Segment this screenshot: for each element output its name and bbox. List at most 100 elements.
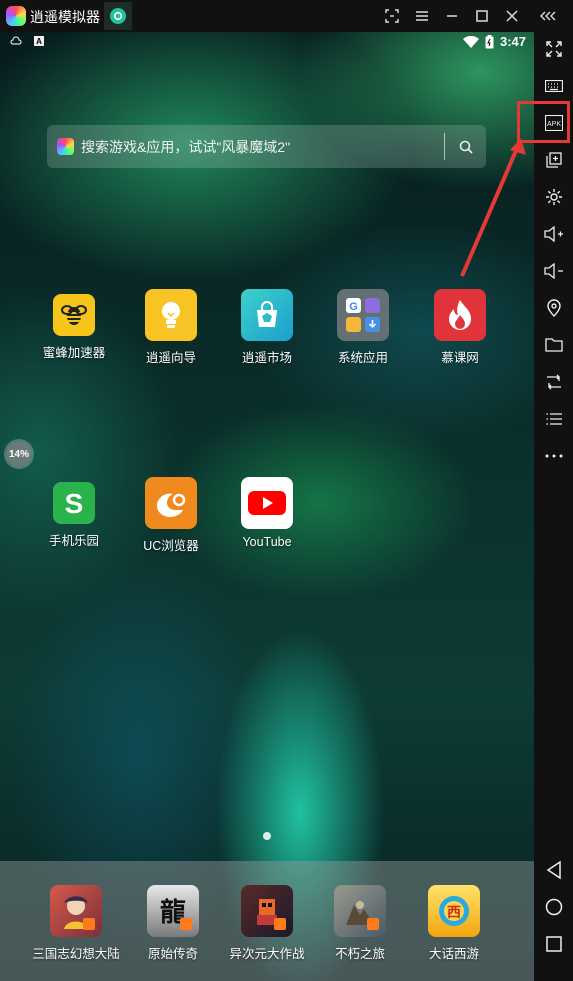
app-label: UC浏览器 <box>143 539 199 553</box>
settings-gear-icon <box>545 189 562 205</box>
battery-icon <box>485 34 494 48</box>
recents-icon <box>545 936 562 952</box>
cloud-icon <box>10 36 22 45</box>
search-divider <box>444 133 445 160</box>
app-label: YouTube <box>242 535 292 549</box>
recents-button[interactable] <box>534 927 573 961</box>
shared-folder-button[interactable] <box>534 328 573 362</box>
download-progress-badge[interactable]: 14% <box>6 441 32 467</box>
multi-instance-button[interactable] <box>534 143 573 177</box>
game-yuanshi-icon: 龍 <box>147 885 199 937</box>
app-youtube[interactable]: YouTube <box>227 477 307 549</box>
fullscreen-icon <box>545 41 562 57</box>
youtube-play-icon <box>241 477 293 529</box>
app-dahua-xiyou[interactable]: 西 大话西游 <box>414 885 494 962</box>
app-imooc[interactable]: 慕课网 <box>420 289 500 366</box>
rotate-icon <box>546 374 561 390</box>
svg-text:G: G <box>349 301 358 313</box>
menu-icon <box>416 11 428 21</box>
app-label: 不朽之旅 <box>334 947 385 961</box>
close-icon <box>506 10 518 22</box>
right-toolbar: APK <box>534 32 573 981</box>
minimize-icon <box>447 15 457 17</box>
collapse-sidebar-button[interactable] <box>531 0 567 32</box>
game-buxiu-icon <box>334 885 386 937</box>
page-indicator <box>263 832 271 840</box>
app-label: 逍遥市场 <box>241 351 292 365</box>
flame-icon <box>434 289 486 341</box>
more-button[interactable] <box>534 439 573 473</box>
market-bag-icon <box>241 289 293 341</box>
app-logo-icon <box>6 6 26 26</box>
location-icon <box>546 299 561 317</box>
app-label: 原始传奇 <box>147 947 198 961</box>
volume-up-button[interactable] <box>534 217 573 251</box>
folder-icon: G <box>337 289 389 341</box>
app-label: 手机乐园 <box>48 534 99 548</box>
close-button[interactable] <box>497 0 527 32</box>
list-button[interactable] <box>534 402 573 436</box>
maximize-icon <box>476 10 488 22</box>
clock: 3:47 <box>499 34 526 49</box>
apk-highlight-box <box>517 101 570 143</box>
app-label: 系统应用 <box>337 351 388 365</box>
wifi-icon <box>462 35 479 48</box>
rotate-button[interactable] <box>534 365 573 399</box>
volume-up-icon <box>543 226 563 242</box>
search-button[interactable] <box>453 134 479 160</box>
status-bar: A 3:47 <box>0 32 534 54</box>
android-tab-icon <box>110 8 126 24</box>
app-label: 三国志幻想大陆 <box>32 947 120 961</box>
app-label: 大话西游 <box>428 947 479 961</box>
app-label: 逍遥向导 <box>145 351 196 365</box>
maximize-button[interactable] <box>467 0 497 32</box>
search-bar[interactable] <box>47 125 486 168</box>
app-phone-paradise[interactable]: S 手机乐园 <box>34 477 114 549</box>
android-screen: A 3:47 蜜蜂加速器 逍遥向导 逍遥市场 <box>0 32 534 981</box>
folder-icon <box>544 338 563 352</box>
app-label: 异次元大作战 <box>229 947 305 961</box>
app-buxiu-journey[interactable]: 不朽之旅 <box>320 885 400 962</box>
search-logo-icon <box>57 138 74 155</box>
uc-squirrel-icon <box>145 477 197 529</box>
minimize-button[interactable] <box>437 0 467 32</box>
keyboard-button[interactable] <box>534 69 573 103</box>
app-label: 慕课网 <box>441 351 479 365</box>
menu-button[interactable] <box>407 0 437 32</box>
volume-down-icon <box>543 263 563 279</box>
game-yiciyuan-icon <box>241 885 293 937</box>
collapse-sidebar-icon <box>540 11 556 21</box>
app-dock: 三国志幻想大陆 龍 原始传奇 异次元大作战 不朽之旅 西 大话西游 <box>0 861 534 981</box>
app-label: 蜜蜂加速器 <box>42 346 106 360</box>
location-button[interactable] <box>534 291 573 325</box>
svg-text:S: S <box>65 488 84 518</box>
list-icon <box>546 413 562 425</box>
fullscreen-button[interactable] <box>534 32 573 66</box>
volume-down-button[interactable] <box>534 254 573 288</box>
back-button[interactable] <box>534 853 573 887</box>
keyboard-icon <box>544 80 563 92</box>
bee-icon <box>53 294 95 336</box>
settings-button[interactable] <box>534 180 573 214</box>
app-uc-browser[interactable]: UC浏览器 <box>131 477 211 554</box>
app-system-apps-folder[interactable]: G 系统应用 <box>323 289 403 366</box>
home-icon <box>545 898 562 916</box>
multi-instance-icon <box>545 152 562 168</box>
app-sanguo-fantasy[interactable]: 三国志幻想大陆 <box>31 885 121 962</box>
search-input[interactable] <box>79 135 463 159</box>
app-xiaoyao-market[interactable]: 逍遥市场 <box>227 289 307 366</box>
app-bee-accelerator[interactable]: 蜜蜂加速器 <box>34 289 114 361</box>
app-xiaoyao-guide[interactable]: 逍遥向导 <box>131 289 211 366</box>
notification-a-icon: A <box>34 36 44 46</box>
more-icon <box>545 454 562 458</box>
back-icon <box>546 861 561 879</box>
title-bar: 逍遥模拟器 <box>0 0 573 32</box>
android-tab[interactable] <box>104 2 132 30</box>
svg-text:西: 西 <box>447 905 461 921</box>
home-button[interactable] <box>534 890 573 924</box>
search-icon <box>459 140 473 154</box>
screenshot-button[interactable] <box>377 0 407 32</box>
app-yiciyuan[interactable]: 异次元大作战 <box>227 885 307 962</box>
lightbulb-icon <box>145 289 197 341</box>
app-yuanshi-legend[interactable]: 龍 原始传奇 <box>133 885 213 962</box>
